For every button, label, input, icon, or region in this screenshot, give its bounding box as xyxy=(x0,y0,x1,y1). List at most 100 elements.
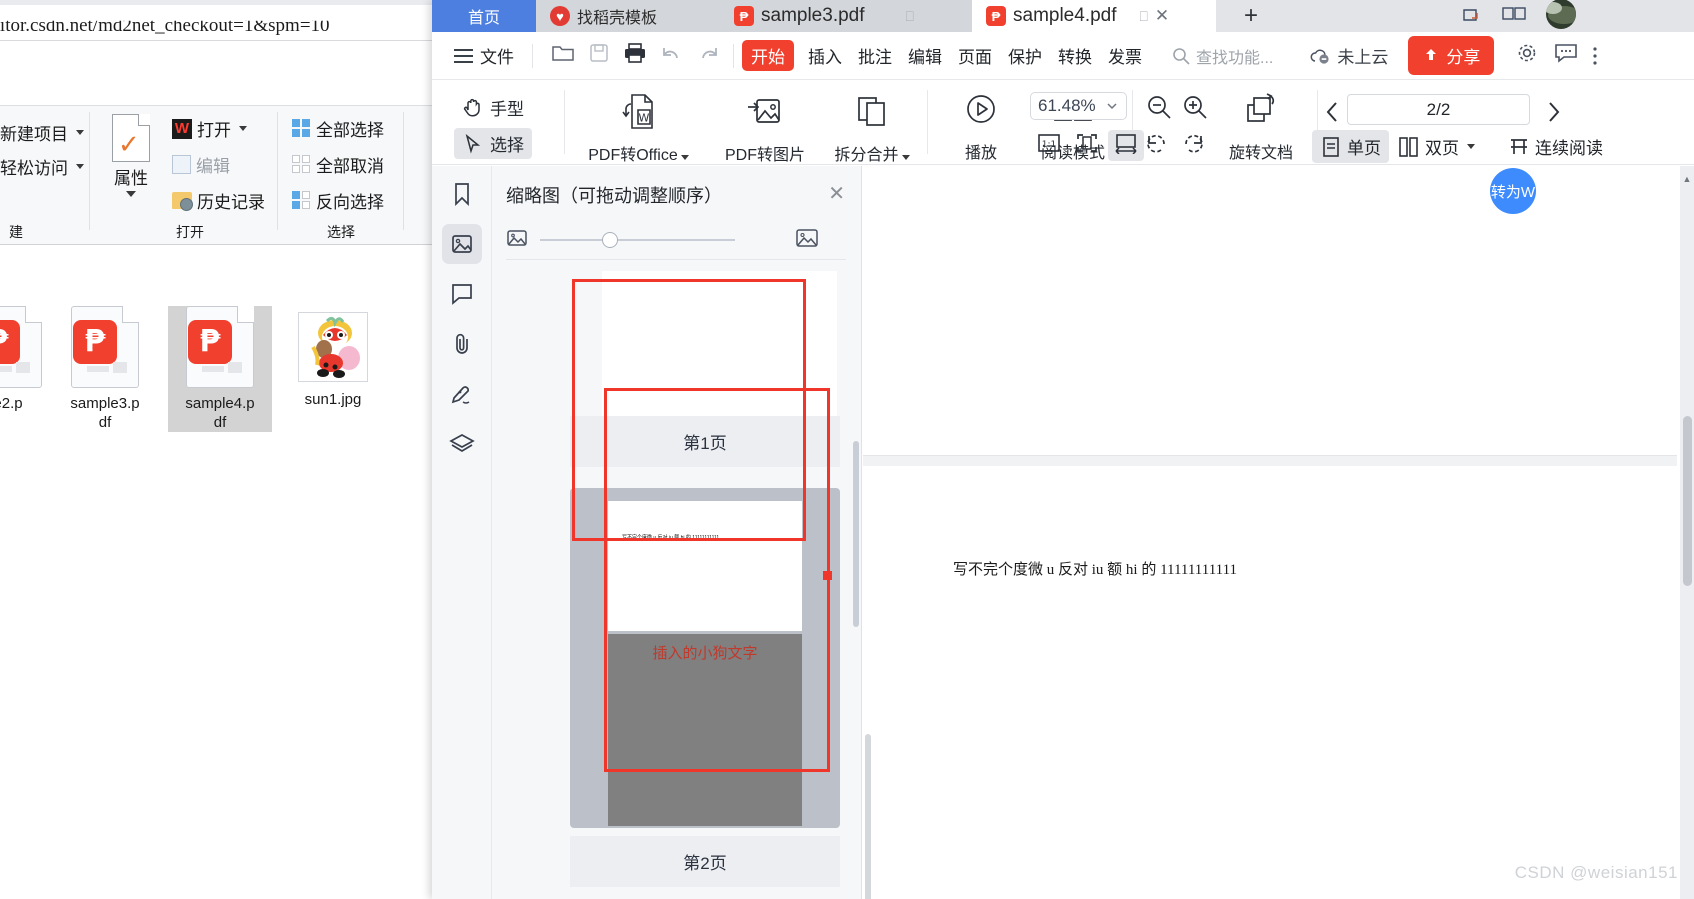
scrollbar-thumb[interactable] xyxy=(1683,416,1692,586)
address-bar[interactable]: editor.csdn.net/md2net_checkout=1&spm=10 xyxy=(0,14,432,40)
file-tile-sun1[interactable]: sun1.jpg xyxy=(283,306,383,409)
ribbon-tab-protect[interactable]: 保护 xyxy=(1002,40,1048,71)
ribbon-new-item[interactable]: 新建项目 xyxy=(0,120,84,145)
tab-daoke-template[interactable]: ♥ 找稻壳模板 xyxy=(536,0,720,32)
rotate-right-icon[interactable] xyxy=(1181,132,1205,159)
thumbnail-scrollbar-thumb[interactable] xyxy=(853,441,859,627)
ribbon-invert-selection[interactable]: 反向选择 xyxy=(292,188,384,213)
fit-width-icon xyxy=(1113,132,1139,159)
ribbon-tab-start[interactable]: 开始 xyxy=(742,40,794,71)
chevron-down-icon[interactable] xyxy=(901,155,910,160)
chevron-down-icon[interactable] xyxy=(76,130,84,135)
image-size-large-icon[interactable] xyxy=(795,226,819,255)
ribbon-select-all[interactable]: 全部选择 xyxy=(292,116,384,141)
zoom-level-input[interactable]: 61.48% xyxy=(1030,92,1127,120)
comment-icon[interactable] xyxy=(1554,43,1578,68)
pdf-to-image-button[interactable]: PDF转图片 xyxy=(712,92,818,165)
explorer-file-area[interactable]: ₱ e2.p ₱ sample3.p df ₱ sa xyxy=(0,246,432,899)
gear-icon[interactable] xyxy=(1516,42,1538,69)
divider xyxy=(733,43,734,68)
thumbnail-icon[interactable] xyxy=(442,224,482,264)
cast-icon[interactable]: ⎕ xyxy=(906,8,914,25)
share-button[interactable]: 分享 xyxy=(1408,36,1495,75)
prev-page-button[interactable] xyxy=(1324,100,1342,129)
actual-size-button[interactable]: 1:1 xyxy=(1032,130,1066,161)
comment-icon[interactable] xyxy=(442,274,482,314)
ribbon-select-none[interactable]: 全部取消 xyxy=(292,152,384,177)
rotate-left-icon[interactable] xyxy=(1145,132,1169,159)
ribbon-group-select-label: 选择 xyxy=(327,224,355,240)
close-icon[interactable]: ✕ xyxy=(1155,6,1169,26)
chevron-down-icon[interactable] xyxy=(76,164,84,169)
open-folder-icon[interactable] xyxy=(551,43,575,68)
double-page-button[interactable]: 双页 xyxy=(1390,130,1483,163)
ribbon-tab-invoice[interactable]: 发票 xyxy=(1102,40,1148,71)
signature-icon[interactable] xyxy=(442,374,482,414)
fit-width-button[interactable] xyxy=(1108,130,1144,161)
play-button[interactable]: 播放 xyxy=(942,92,1020,163)
attachment-icon[interactable] xyxy=(442,324,482,364)
ribbon-tab-edit[interactable]: 编辑 xyxy=(902,40,948,71)
vertical-scrollbar[interactable]: ▲ xyxy=(1680,166,1694,899)
layers-icon[interactable] xyxy=(442,424,482,464)
print-icon[interactable] xyxy=(623,42,647,69)
more-icon[interactable] xyxy=(1592,45,1598,67)
tab-sample4-pdf[interactable]: ₱ sample4.pdf ⎕ ✕ xyxy=(972,0,1216,32)
zoom-out-icon[interactable] xyxy=(1146,94,1172,125)
ribbon-history-button[interactable]: 历史记录 xyxy=(172,188,265,213)
new-tab-button[interactable]: + xyxy=(1232,0,1270,32)
file-tile-e2[interactable]: ₱ e2.p xyxy=(0,306,58,413)
chevron-down-icon[interactable] xyxy=(126,191,136,197)
tab-home[interactable]: 首页 xyxy=(432,0,536,32)
single-page-button[interactable]: 单页 xyxy=(1312,130,1389,163)
selection-box-lower[interactable] xyxy=(604,388,832,772)
ribbon-tab-page[interactable]: 页面 xyxy=(952,40,998,71)
cloud-status[interactable]: 未上云 xyxy=(1309,43,1388,68)
continuous-read-button[interactable]: 连续阅读 xyxy=(1500,130,1611,163)
chevron-down-icon[interactable] xyxy=(239,126,247,131)
redo-icon[interactable] xyxy=(697,43,719,68)
properties-button[interactable]: ✓ 属性 xyxy=(100,114,162,197)
restore-icon[interactable] xyxy=(1462,6,1484,27)
ribbon-edit-button[interactable]: 编辑 xyxy=(172,152,230,177)
zoom-in-icon[interactable] xyxy=(1182,94,1208,125)
fit-page-button[interactable] xyxy=(1070,130,1104,161)
convert-to-word-fab[interactable]: 转为W xyxy=(1490,168,1536,214)
split-merge-button[interactable]: 拆分合并 xyxy=(822,92,922,165)
cloud-off-icon xyxy=(1310,49,1329,64)
select-tool-button[interactable]: 选择 xyxy=(454,128,532,159)
ribbon-tab-annotate[interactable]: 批注 xyxy=(852,40,898,71)
next-page-button[interactable] xyxy=(1544,100,1562,129)
scroll-up-arrow[interactable]: ▲ xyxy=(1682,174,1692,184)
rotate-document-button[interactable]: 旋转文档 xyxy=(1212,92,1310,163)
maximize-icon[interactable] xyxy=(1502,6,1526,26)
bookmark-icon[interactable] xyxy=(442,174,482,214)
cast-icon[interactable]: ⎕ xyxy=(1140,8,1148,25)
document-inner-scrollbar[interactable] xyxy=(865,734,871,899)
file-tile-sample4[interactable]: ₱ sample4.p df xyxy=(168,306,272,432)
thumbnail-size-slider[interactable] xyxy=(540,232,735,248)
resize-handle[interactable] xyxy=(823,571,832,580)
ribbon-open-button[interactable]: W 打开 xyxy=(172,116,247,141)
file-menu-button[interactable]: 文件 xyxy=(454,43,514,68)
file-tile-sample3[interactable]: ₱ sample3.p df xyxy=(55,306,155,432)
tab-sample3-pdf[interactable]: ₱ sample3.pdf ⎕ xyxy=(720,0,972,32)
search-input[interactable]: 查找功能... xyxy=(1172,44,1273,68)
document-viewport[interactable]: 写不完个度微 u 反对 iu 额 hi 的 11111111111 xyxy=(863,166,1694,899)
chevron-down-icon[interactable] xyxy=(680,155,689,160)
close-icon[interactable]: ✕ xyxy=(828,181,845,206)
pdf-to-office-button[interactable]: W PDF转Office xyxy=(576,92,701,165)
save-icon[interactable] xyxy=(589,43,609,68)
ribbon-easy-access[interactable]: 轻松访问 xyxy=(0,154,84,179)
avatar[interactable] xyxy=(1544,0,1578,34)
image-size-icon[interactable] xyxy=(506,227,528,254)
ribbon-tab-insert[interactable]: 插入 xyxy=(802,40,848,71)
undo-icon[interactable] xyxy=(661,43,683,68)
ribbon-tab-convert[interactable]: 转换 xyxy=(1052,40,1098,71)
hand-tool-button[interactable]: 手型 xyxy=(454,92,532,123)
slider-handle[interactable] xyxy=(602,232,618,248)
chevron-down-icon[interactable] xyxy=(1467,144,1475,149)
page-number-input[interactable]: 2/2 xyxy=(1347,94,1530,125)
divider xyxy=(506,259,846,260)
history-label: 历史记录 xyxy=(197,193,265,212)
